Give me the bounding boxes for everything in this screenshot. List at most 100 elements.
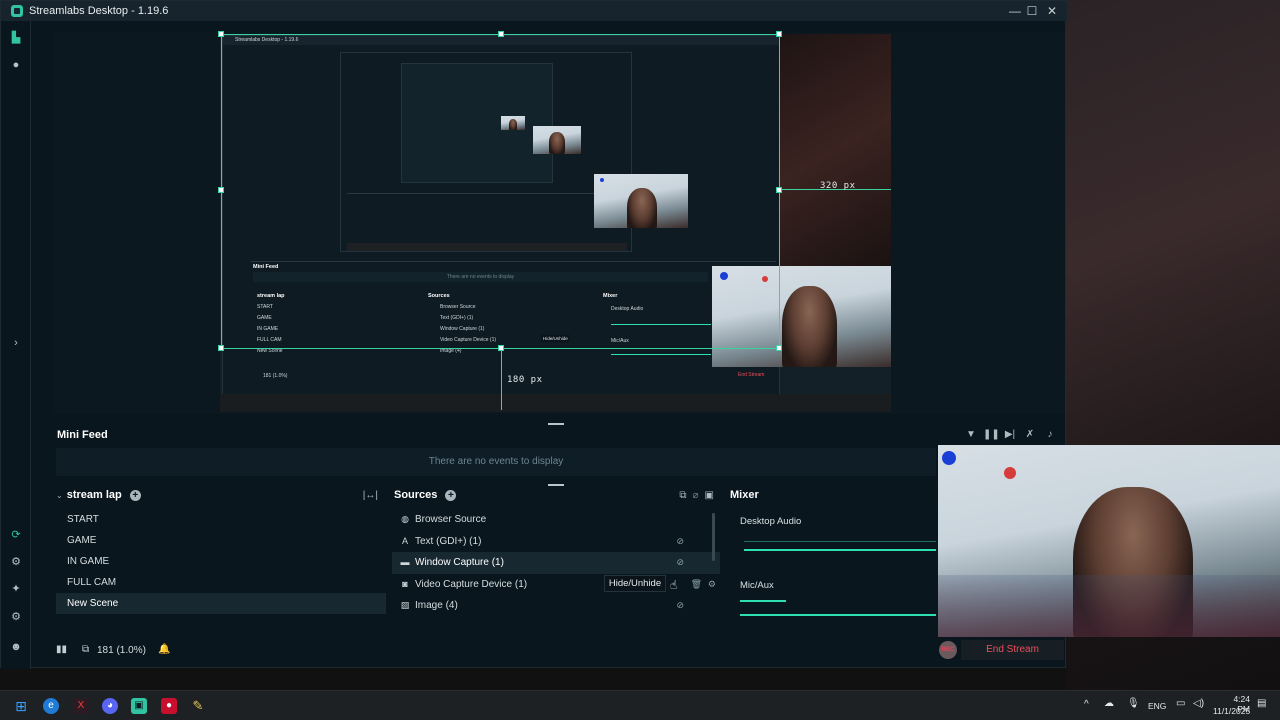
nested-mixer-mic: Mic/Aux	[611, 338, 629, 344]
editor-icon[interactable]: ▙	[9, 31, 23, 45]
mixer-channel-desktop: Desktop Audio	[740, 516, 802, 527]
add-source-icon[interactable]: +	[445, 489, 457, 501]
nested-mixer-title: Mixer	[603, 293, 618, 299]
scene-item-game[interactable]: GAME	[56, 530, 386, 551]
visibility-icon[interactable]: ⊘	[676, 531, 684, 553]
scene-item-full-cam[interactable]: FULL CAM	[56, 572, 386, 593]
tools-icon[interactable]: ✦	[9, 582, 23, 596]
resize-handle-b[interactable]	[498, 345, 504, 351]
resize-handle-br[interactable]	[776, 345, 782, 351]
mute-alerts-icon[interactable]: ✗	[1023, 429, 1037, 440]
scene-item-in-game[interactable]: IN GAME	[56, 551, 386, 572]
visibility-icon[interactable]: ⊘	[676, 595, 684, 617]
nested-sources-title: Sources	[428, 293, 450, 299]
source-item-text[interactable]: A Text (GDI+) (1) ⊘	[392, 531, 720, 553]
language-indicator[interactable]: ENG	[1148, 701, 1166, 711]
themes-icon[interactable]: ⟳	[9, 528, 23, 542]
resize-handle-tr[interactable]	[776, 31, 782, 37]
scene-item-new-scene[interactable]: New Scene	[56, 593, 386, 614]
source-folder-icon[interactable]: ▣	[705, 490, 714, 501]
window-title: Streamlabs Desktop - 1.19.6	[29, 5, 169, 17]
resize-handle-bl[interactable]	[218, 345, 224, 351]
scene-collection-title[interactable]: stream lap	[67, 489, 122, 501]
nested-empty-text: There are no events to display	[253, 272, 708, 282]
windows-start-icon[interactable]: ⊞	[13, 698, 29, 714]
nested-tooltip: Hide/Unhide	[541, 335, 570, 342]
tray-chevron-icon[interactable]: ^	[1084, 699, 1089, 710]
performance-text: 181 (1.0%)	[97, 645, 146, 656]
resize-handle-r[interactable]	[776, 187, 782, 193]
minifeed-empty-text: There are no events to display	[428, 456, 564, 467]
pause-icon[interactable]: ❚❚	[983, 429, 1000, 440]
record-icon[interactable]: ●	[9, 58, 23, 72]
source-group-icon[interactable]: ⧉	[679, 490, 686, 501]
filter-icon[interactable]: ▼	[964, 429, 978, 440]
image-icon: ▨	[400, 600, 410, 610]
resize-grip-top[interactable]	[548, 423, 564, 425]
resize-handle-t[interactable]	[498, 31, 504, 37]
microphone-icon[interactable]: 🎙	[1127, 698, 1140, 709]
sources-scrollbar[interactable]	[712, 513, 715, 561]
edge-browser-icon[interactable]: e	[43, 698, 59, 714]
nested-webcam	[594, 174, 688, 228]
minifeed-title: Mini Feed	[57, 429, 108, 441]
speaker-icon[interactable]: ◁)	[1193, 698, 1204, 709]
resize-handle-tl[interactable]	[218, 31, 224, 37]
preview-webcam[interactable]	[712, 266, 891, 367]
windows-taskbar: ⊞ e X ◕ ▣ ● ✎ ^ ☁ 🎙 ENG ▭ ◁) 4:24 PM 11/…	[0, 690, 1280, 720]
notifications-icon[interactable]: 🔔	[158, 644, 170, 655]
scene-transitions-icon[interactable]: |↔|	[363, 490, 378, 501]
nested-footer: 181 (1.0%)	[263, 373, 288, 379]
desktop-audio-slider[interactable]	[744, 541, 936, 542]
settings-icon[interactable]: ⚙	[9, 610, 23, 624]
end-stream-button[interactable]: End Stream	[961, 640, 1064, 660]
source-delete-icon[interactable]: 🗑	[691, 574, 702, 596]
stats-icon[interactable]: ▮▮	[56, 644, 67, 655]
scene-item-start[interactable]: START	[56, 509, 386, 530]
notification-center-icon[interactable]: ▤	[1257, 698, 1266, 709]
collapse-chevron-icon[interactable]: ⌄	[56, 491, 63, 500]
taskbar-date[interactable]: 11/1/2025	[1213, 706, 1250, 716]
streamlabs-logo-icon	[11, 5, 23, 17]
left-sidebar: ▙ ● › ⟳ ⚙ ✦ ⚙ ☻	[1, 21, 31, 669]
source-item-image[interactable]: ▨ Image (4) ⊘	[392, 595, 720, 617]
mouse-cursor-icon: ☝	[670, 578, 678, 592]
network-icon[interactable]: ▭	[1176, 698, 1185, 709]
profile-icon[interactable]: ☻	[9, 640, 23, 654]
preview-canvas[interactable]: Streamlabs Desktop - 1.19.6 Mini Feed Th…	[220, 34, 891, 412]
expand-chevron-icon[interactable]: ›	[9, 336, 23, 350]
nested-mixer-desktop: Desktop Audio	[611, 306, 644, 312]
desktop-audio-meter	[744, 549, 936, 551]
minifeed-body: There are no events to display	[56, 448, 936, 476]
source-hide-icon[interactable]: ⌀	[693, 490, 699, 501]
performance-icon: ⧉	[82, 644, 90, 655]
visibility-icon[interactable]: ⊘	[676, 552, 684, 574]
text-icon: A	[401, 535, 408, 546]
onedrive-icon[interactable]: ☁	[1104, 698, 1114, 709]
close-button[interactable]: ✕	[1042, 3, 1062, 19]
xsplit-icon[interactable]: X	[73, 698, 89, 714]
footer-bar: ▮▮ ⧉ 181 (1.0%) 🔔	[52, 640, 1064, 662]
window-icon: ▬	[400, 557, 410, 567]
mic-aux-slider[interactable]	[740, 614, 936, 616]
rec-button[interactable]: REC	[939, 641, 957, 659]
volume-icon[interactable]: ♪	[1043, 429, 1057, 440]
nested-end-stream: End Stream	[738, 372, 765, 378]
discord-icon[interactable]: ◕	[102, 698, 118, 714]
sources-title: Sources	[394, 489, 438, 501]
recorder-icon[interactable]: ●	[161, 698, 177, 714]
sources-panel: Sources + ⧉ ⌀ ▣ ◍ Browser Source A Text …	[392, 485, 720, 625]
streamlabs-taskbar-icon[interactable]: ▣	[131, 698, 147, 714]
studio-mode-icon[interactable]: ⚙	[9, 555, 23, 569]
resize-handle-l[interactable]	[218, 187, 224, 193]
source-item-window-capture[interactable]: ▬ Window Capture (1) ⊘	[392, 552, 720, 574]
source-item-browser[interactable]: ◍ Browser Source	[392, 509, 720, 531]
source-settings-icon[interactable]: ⚙	[708, 574, 716, 596]
scenes-header: ⌄ stream lap + |↔|	[56, 485, 386, 505]
webcam-overlay	[938, 445, 1280, 637]
add-scene-icon[interactable]: +	[129, 489, 141, 501]
minifeed-header: Mini Feed ▼ ❚❚ ▶| ✗ ♪	[52, 424, 1064, 446]
maximize-button[interactable]: ☐	[1022, 3, 1042, 19]
pen-tool-icon[interactable]: ✎	[190, 698, 206, 714]
skip-icon[interactable]: ▶|	[1003, 429, 1017, 440]
